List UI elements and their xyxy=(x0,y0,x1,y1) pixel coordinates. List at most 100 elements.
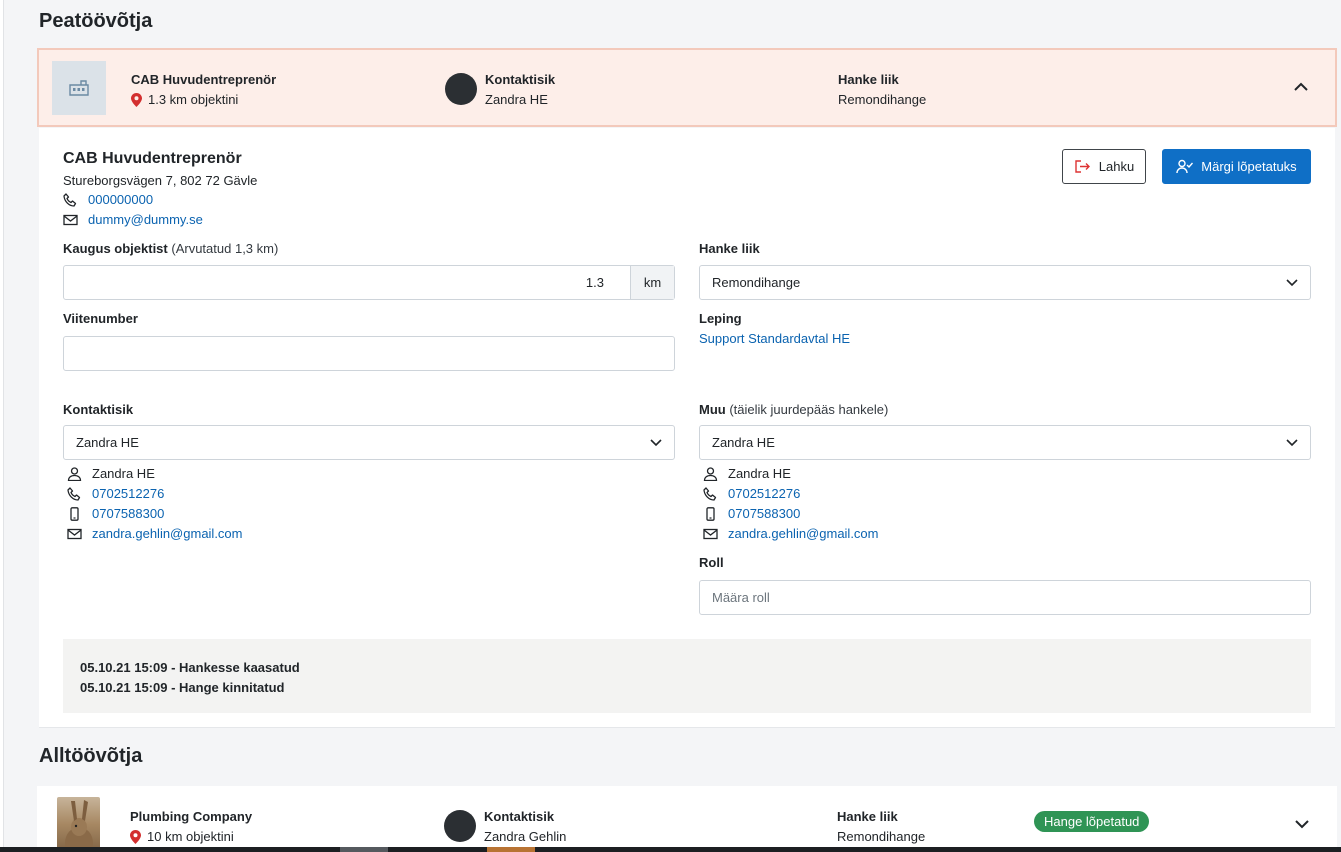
distance-text: 1.3 km objektini xyxy=(148,92,239,107)
user-icon xyxy=(67,466,82,481)
contact-phone-link[interactable]: 0702512276 xyxy=(92,486,164,501)
mail-icon xyxy=(703,528,718,539)
taskbar-item[interactable] xyxy=(487,847,535,852)
history-log: 05.10.21 15:09 - Hankesse kaasatud 05.10… xyxy=(63,639,1311,713)
user-icon xyxy=(703,466,718,481)
avatar xyxy=(445,73,477,105)
chevron-down-icon xyxy=(1286,278,1298,286)
other-email-link[interactable]: zandra.gehlin@gmail.com xyxy=(728,526,879,541)
distance-row: 1.3 km objektini xyxy=(131,92,238,107)
sub-contact-label: Kontaktisik xyxy=(484,809,555,824)
sub-type-label: Hanke liik xyxy=(837,809,898,824)
leave-button-label: Lahku xyxy=(1098,159,1135,174)
left-edge xyxy=(0,0,4,852)
contract-link[interactable]: Support Standardavtal HE xyxy=(699,331,850,346)
contract-label: Leping xyxy=(699,311,742,326)
details-phone-link[interactable]: 000000000 xyxy=(88,192,153,207)
company-logo-image xyxy=(57,797,100,852)
other-phone-link[interactable]: 0702512276 xyxy=(728,486,800,501)
contact-mobile-link[interactable]: 0707588300 xyxy=(92,506,164,521)
company-name: CAB Huvudentreprenör xyxy=(131,72,277,87)
other-name-row: Zandra HE xyxy=(703,466,791,481)
mail-icon xyxy=(63,214,78,225)
sub-avatar xyxy=(444,810,476,842)
status-badge: Hange lõpetatud xyxy=(1034,811,1150,832)
details-company-name: CAB Huvudentreprenör xyxy=(63,150,242,167)
contact-name: Zandra HE xyxy=(92,466,155,481)
contact-email-link[interactable]: zandra.gehlin@gmail.com xyxy=(92,526,243,541)
mark-finished-button[interactable]: Märgi lõpetatuks xyxy=(1162,149,1311,184)
building-icon xyxy=(69,80,89,96)
contact-label: Kontaktisik xyxy=(485,72,556,87)
section-title-sub: Alltöövõtja xyxy=(39,745,143,767)
contact-name-row: Zandra HE xyxy=(67,466,155,481)
other-mobile-link[interactable]: 0707588300 xyxy=(728,506,800,521)
contact-person-select[interactable]: Zandra HE xyxy=(63,425,675,460)
history-entry: 05.10.21 15:09 - Hange kinnitatud xyxy=(80,680,285,695)
procurement-type-value: Remondihange xyxy=(712,275,801,290)
details-email-link[interactable]: dummy@dummy.se xyxy=(88,212,203,227)
reference-label: Viitenumber xyxy=(63,311,138,326)
contact-person-select-value: Zandra HE xyxy=(76,435,139,450)
distance-field-label: Kaugus objektist (Arvutatud 1,3 km) xyxy=(63,241,278,256)
other-hint: (täielik juurdepääs hankele) xyxy=(729,402,889,417)
chevron-down-icon xyxy=(650,438,662,446)
section-title-main: Peatöövõtja xyxy=(39,10,153,32)
role-label: Roll xyxy=(699,555,724,570)
type-label: Hanke liik xyxy=(838,72,899,87)
contact-person-label: Kontaktisik xyxy=(63,402,134,417)
phone-icon xyxy=(63,192,77,207)
distance-hint: (Arvutatud 1,3 km) xyxy=(171,241,279,256)
reference-input[interactable] xyxy=(63,336,675,371)
contact-phone-row: 0702512276 xyxy=(67,486,164,501)
distance-label-text: Kaugus objektist xyxy=(63,241,168,256)
other-name: Zandra HE xyxy=(728,466,791,481)
phone-icon xyxy=(703,486,717,501)
procurement-type-label: Hanke liik xyxy=(699,241,760,256)
history-entry: 05.10.21 15:09 - Hankesse kaasatud xyxy=(80,660,300,675)
role-placeholder: Määra roll xyxy=(712,590,770,605)
procurement-type-select[interactable]: Remondihange xyxy=(699,265,1311,300)
distance-unit: km xyxy=(630,266,674,299)
company-logo xyxy=(52,61,106,115)
mail-icon xyxy=(67,528,82,539)
chevron-up-icon[interactable] xyxy=(1293,81,1309,93)
phone-icon xyxy=(67,486,81,501)
user-check-icon xyxy=(1176,159,1194,174)
other-phone-row: 0702512276 xyxy=(703,486,800,501)
map-pin-icon xyxy=(131,92,142,107)
other-label-text: Muu xyxy=(699,402,726,417)
distance-input-value: 1.3 xyxy=(585,275,604,290)
hare-image xyxy=(65,800,93,852)
main-contractor-header[interactable]: CAB Huvudentreprenör 1.3 km objektini Ko… xyxy=(37,48,1337,127)
contact-mobile-row: 0707588300 xyxy=(67,506,164,521)
main-contractor-details: CAB Huvudentreprenör Stureborgsvägen 7, … xyxy=(39,128,1335,728)
other-email-row: zandra.gehlin@gmail.com xyxy=(703,526,879,541)
other-label: Muu (täielik juurdepääs hankele) xyxy=(699,402,888,417)
chevron-down-icon xyxy=(1286,438,1298,446)
mark-finished-label: Märgi lõpetatuks xyxy=(1201,159,1297,174)
taskbar-item[interactable] xyxy=(340,847,388,852)
contact-email-row: zandra.gehlin@gmail.com xyxy=(67,526,243,541)
other-select-value: Zandra HE xyxy=(712,435,775,450)
contact-value: Zandra HE xyxy=(485,92,548,107)
sub-distance-text: 10 km objektini xyxy=(147,829,234,844)
distance-input[interactable]: 1.3 km xyxy=(63,265,675,300)
taskbar-strip xyxy=(0,847,1341,852)
sub-contact-value: Zandra Gehlin xyxy=(484,829,567,844)
sub-company-name: Plumbing Company xyxy=(130,809,253,824)
details-phone-row: 000000000 xyxy=(63,192,153,207)
leave-button[interactable]: Lahku xyxy=(1062,149,1146,184)
map-pin-icon xyxy=(130,829,141,844)
subcontractor-header[interactable]: Plumbing Company 10 km objektini Kontakt… xyxy=(37,786,1337,852)
chevron-down-icon[interactable] xyxy=(1294,818,1310,830)
role-input[interactable]: Määra roll xyxy=(699,580,1311,615)
sub-type-value: Remondihange xyxy=(837,829,926,844)
exit-icon xyxy=(1075,160,1090,173)
other-mobile-row: 0707588300 xyxy=(703,506,800,521)
type-value: Remondihange xyxy=(838,92,927,107)
sub-distance-row: 10 km objektini xyxy=(130,829,234,844)
details-email-row: dummy@dummy.se xyxy=(63,212,203,227)
other-select[interactable]: Zandra HE xyxy=(699,425,1311,460)
details-address: Stureborgsvägen 7, 802 72 Gävle xyxy=(63,173,258,188)
